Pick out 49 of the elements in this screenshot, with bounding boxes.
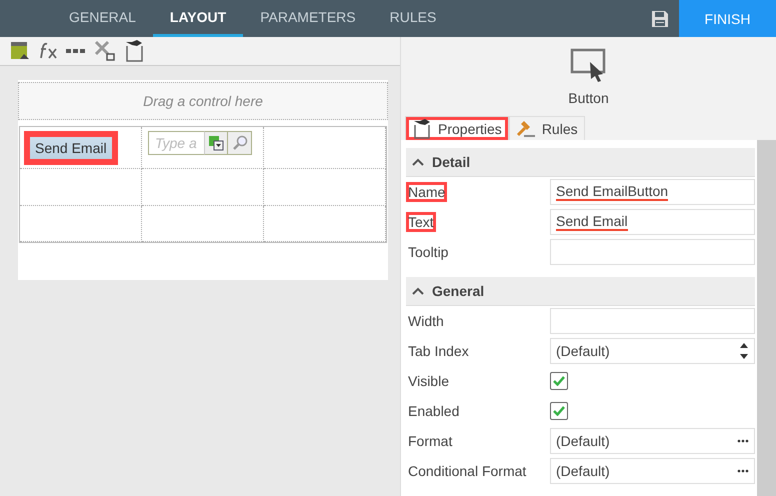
grid-cell[interactable] <box>142 206 264 242</box>
grid-cell[interactable] <box>264 169 386 206</box>
save-icon[interactable] <box>651 10 669 28</box>
spinner-icon[interactable] <box>739 341 749 361</box>
picker-field[interactable]: Type a <box>148 131 204 155</box>
scrollbar[interactable] <box>757 140 776 496</box>
panel-tab[interactable]: Properties <box>405 116 509 140</box>
grid-cell[interactable] <box>264 206 386 242</box>
more-icon[interactable] <box>66 48 86 54</box>
property-label: Width <box>407 312 445 331</box>
grid-cell[interactable] <box>264 127 386 169</box>
property-label: Enabled <box>407 402 460 421</box>
collapse-icon[interactable] <box>412 158 424 166</box>
property-label: Format <box>407 432 454 451</box>
properties-icon <box>412 118 432 139</box>
checkbox[interactable] <box>550 372 568 390</box>
input-field[interactable] <box>550 308 755 334</box>
gavel-icon <box>516 118 536 139</box>
grid-cell[interactable] <box>20 169 142 206</box>
grid-cell[interactable] <box>142 169 264 206</box>
panel-tab[interactable]: Rules <box>508 116 585 140</box>
grid-cell[interactable] <box>20 206 142 242</box>
select-field[interactable]: (Default) <box>550 458 755 484</box>
select-field[interactable]: (Default) <box>550 428 755 454</box>
property-label: Tab Index <box>407 342 470 361</box>
input-field[interactable] <box>550 239 755 265</box>
button-control-icon <box>570 48 608 84</box>
properties-icon[interactable] <box>124 40 144 62</box>
property-label: Conditional Format <box>407 462 528 481</box>
tools-icon[interactable] <box>94 40 116 62</box>
collapse-icon[interactable] <box>412 287 424 295</box>
property-label: Tooltip <box>407 243 450 262</box>
form-icon[interactable] <box>10 41 30 61</box>
nav-tab[interactable]: GENERAL <box>52 0 153 37</box>
more-icon[interactable] <box>737 439 749 443</box>
input-field[interactable]: Send EmailButton <box>550 179 755 205</box>
dropdown-icon[interactable] <box>208 135 224 151</box>
section-header[interactable]: General <box>406 277 755 306</box>
nav-tab[interactable]: PARAMETERS <box>243 0 373 37</box>
input-field[interactable]: Send Email <box>550 209 755 235</box>
checkbox[interactable] <box>550 402 568 420</box>
property-label: Visible <box>407 372 450 391</box>
function-icon[interactable] <box>38 42 58 60</box>
control-type-label: Button <box>568 90 609 106</box>
more-icon[interactable] <box>737 469 749 473</box>
section-header[interactable]: Detail <box>406 148 755 177</box>
nav-tab[interactable]: RULES <box>372 0 454 37</box>
send-email-button[interactable]: Send Email <box>24 131 118 165</box>
number-field[interactable]: (Default) <box>550 338 755 364</box>
